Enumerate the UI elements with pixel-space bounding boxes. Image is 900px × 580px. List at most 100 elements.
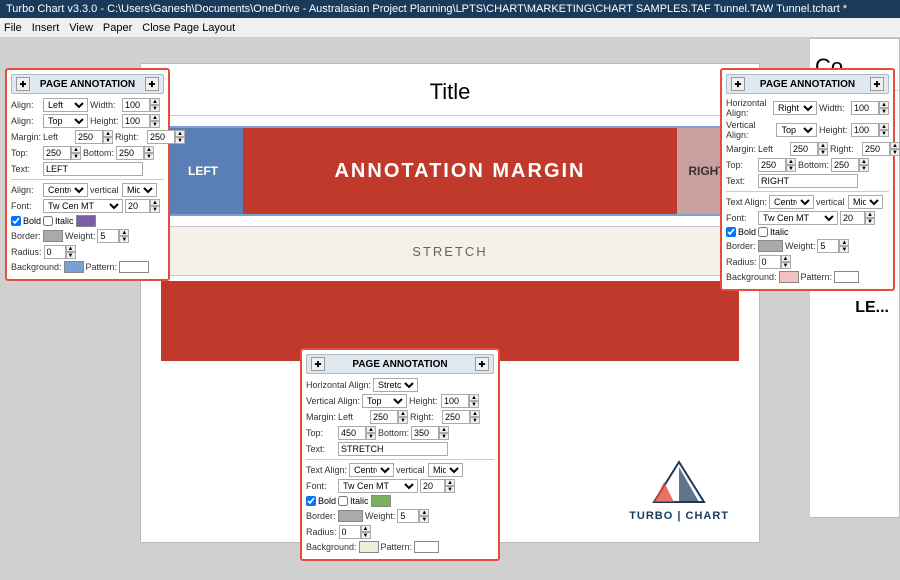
left-down[interactable]: ▼ — [103, 137, 113, 144]
top-input[interactable] — [43, 146, 71, 160]
panel-right-next[interactable]: ✚ — [870, 77, 884, 91]
r-top-input[interactable] — [758, 158, 786, 172]
b-color-swatch[interactable] — [371, 495, 391, 507]
radius-up[interactable]: ▲ — [66, 245, 76, 252]
bottom-down[interactable]: ▼ — [144, 153, 154, 160]
h-align-select[interactable]: Left — [43, 98, 88, 112]
color-swatch[interactable] — [76, 215, 96, 227]
b-bold-checkbox[interactable] — [306, 496, 316, 506]
b-right-input[interactable] — [442, 410, 470, 424]
weight-up[interactable]: ▲ — [119, 229, 129, 236]
b-top-input[interactable] — [338, 426, 366, 440]
r-radius-input[interactable] — [759, 255, 781, 269]
r-left-input[interactable] — [790, 142, 818, 156]
b-h-align-select[interactable]: Stretch — [373, 378, 418, 392]
bottom-input[interactable] — [116, 146, 144, 160]
panel-bottom-next[interactable]: ✚ — [475, 357, 489, 371]
width-up[interactable]: ▲ — [150, 98, 160, 105]
b-vertical-select[interactable]: Middle — [428, 463, 463, 477]
weight-down[interactable]: ▼ — [119, 236, 129, 243]
radius-input[interactable] — [44, 245, 66, 259]
right-input[interactable] — [147, 130, 175, 144]
menu-paper[interactable]: Paper — [103, 22, 132, 34]
panel-bottom-prev[interactable]: ✚ — [311, 357, 325, 371]
b-border-swatch[interactable] — [338, 510, 363, 522]
width-down[interactable]: ▼ — [150, 105, 160, 112]
height-up[interactable]: ▲ — [150, 114, 160, 121]
b-font-select[interactable]: Tw Cen MT — [338, 479, 418, 493]
panel-right-prev[interactable]: ✚ — [731, 77, 745, 91]
text-label: Text: — [11, 164, 41, 174]
fontsize-down[interactable]: ▼ — [150, 206, 160, 213]
r-bottom-input[interactable] — [831, 158, 859, 172]
radius-down[interactable]: ▼ — [66, 252, 76, 259]
panel-bottom-margin-row: Margin: Left ▲▼ Right: ▲▼ — [306, 410, 494, 424]
b-bg-swatch[interactable] — [359, 541, 379, 553]
height-down[interactable]: ▼ — [150, 121, 160, 128]
r-right-input[interactable] — [862, 142, 890, 156]
right-down[interactable]: ▼ — [175, 137, 185, 144]
pattern-swatch[interactable] — [119, 261, 149, 273]
weight-input[interactable] — [97, 229, 119, 243]
b-height-input[interactable] — [441, 394, 469, 408]
r-text-align-select[interactable]: Centre — [769, 195, 814, 209]
menu-view[interactable]: View — [69, 22, 93, 34]
v-align-select[interactable]: Top — [43, 114, 88, 128]
r-italic-checkbox[interactable] — [758, 227, 768, 237]
menu-close-page-layout[interactable]: Close Page Layout — [142, 22, 235, 34]
r-width-input[interactable] — [851, 101, 879, 115]
panel-left-header: ✚ PAGE ANNOTATION ✚ — [11, 74, 164, 94]
text-input[interactable] — [43, 162, 143, 176]
panel-left-title: PAGE ANNOTATION — [40, 79, 135, 90]
fontsize-up[interactable]: ▲ — [150, 199, 160, 206]
b-v-align-select[interactable]: Top — [362, 394, 407, 408]
b-bottom-input[interactable] — [411, 426, 439, 440]
top-down[interactable]: ▼ — [71, 153, 81, 160]
vertical-select[interactable]: Middle — [122, 183, 157, 197]
r-font-select[interactable]: Tw Cen MT — [758, 211, 838, 225]
r-bold-checkbox[interactable] — [726, 227, 736, 237]
b-radius-input[interactable] — [339, 525, 361, 539]
r-height-input[interactable] — [851, 123, 879, 137]
panel-left-prev[interactable]: ✚ — [16, 77, 30, 91]
left-input[interactable] — [75, 130, 103, 144]
left-up[interactable]: ▲ — [103, 130, 113, 137]
b-pattern-swatch[interactable] — [414, 541, 439, 553]
r-fontsize-input[interactable] — [840, 211, 865, 225]
r-weight-input[interactable] — [817, 239, 839, 253]
r-border-swatch[interactable] — [758, 240, 783, 252]
b-left-input[interactable] — [370, 410, 398, 424]
annotation-center: ANNOTATION MARGIN — [243, 128, 677, 214]
bottom-up[interactable]: ▲ — [144, 146, 154, 153]
r-h-align-select[interactable]: Right — [773, 101, 817, 115]
font-select[interactable]: Tw Cen MT — [43, 199, 123, 213]
top-up[interactable]: ▲ — [71, 146, 81, 153]
text-align-select[interactable]: Centre — [43, 183, 88, 197]
b-text-align-select[interactable]: Centre — [349, 463, 394, 477]
b-italic-checkbox[interactable] — [338, 496, 348, 506]
margin-label: Margin: — [11, 132, 41, 142]
panel-left-bg-row: Background: Pattern: — [11, 261, 164, 273]
page-title: Title — [141, 64, 759, 116]
panel-right-header: ✚ PAGE ANNOTATION ✚ — [726, 74, 889, 94]
r-pattern-swatch[interactable] — [834, 271, 859, 283]
italic-checkbox[interactable] — [43, 216, 53, 226]
b-text-input[interactable] — [338, 442, 448, 456]
r-bg-swatch[interactable] — [779, 271, 799, 283]
r-v-align-select[interactable]: Top — [776, 123, 817, 137]
height-input[interactable] — [122, 114, 150, 128]
bg-color-swatch[interactable] — [64, 261, 84, 273]
panel-left-next[interactable]: ✚ — [145, 77, 159, 91]
right-up[interactable]: ▲ — [175, 130, 185, 137]
border-color-swatch[interactable] — [43, 230, 63, 242]
b-fontsize-input[interactable] — [420, 479, 445, 493]
font-size-input[interactable] — [125, 199, 150, 213]
width-input[interactable]: 100 — [122, 98, 150, 112]
r-vertical-select[interactable]: Midd — [848, 195, 883, 209]
r-text-input[interactable] — [758, 174, 858, 188]
b-weight-input[interactable] — [397, 509, 419, 523]
menu-file[interactable]: File — [4, 22, 22, 34]
right-label: Right: — [115, 132, 145, 142]
bold-checkbox[interactable] — [11, 216, 21, 226]
menu-insert[interactable]: Insert — [32, 22, 60, 34]
